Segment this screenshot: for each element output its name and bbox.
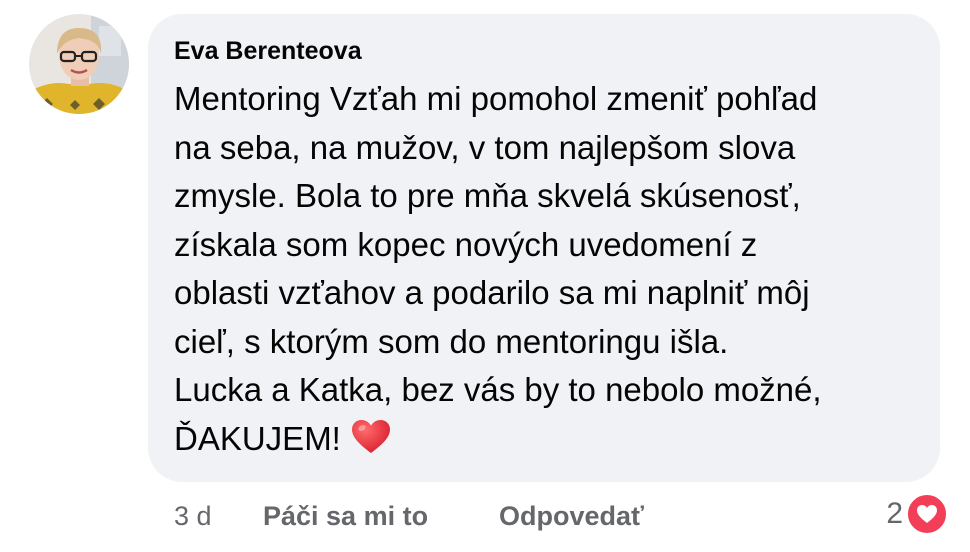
comment-text-final-word: ĎAKUJEM! bbox=[174, 419, 341, 457]
avatar[interactable] bbox=[29, 14, 129, 114]
comment-text-line: oblasti vzťahov a podarilo sa mi naplniť… bbox=[174, 274, 810, 311]
like-button[interactable]: Páči sa mi to bbox=[263, 496, 428, 536]
comment-text-line: Lucka a Katka, bez vás by to nebolo možn… bbox=[174, 371, 822, 408]
comment-text-line: na seba, na mužov, v tom najlepšom slova bbox=[174, 128, 796, 166]
heart-reaction-icon bbox=[906, 493, 948, 535]
comment-container: Eva Berenteova Mentoring Vzťah mi pomoho… bbox=[0, 0, 970, 552]
comment-text-line: cieľ, s ktorým som do mentoringu išla. bbox=[174, 322, 729, 360]
comment-text-line: Mentoring Vzťah mi pomohol zmeniť pohľad bbox=[174, 80, 818, 117]
reaction-count: 2 bbox=[886, 497, 903, 530]
avatar-image bbox=[29, 14, 129, 114]
comment-timestamp[interactable]: 3 d bbox=[174, 496, 212, 536]
comment-text: Mentoring Vzťah mi pomohol zmeniť pohľad… bbox=[174, 75, 924, 463]
comment-text-line: získala som kopec nových uvedomení z bbox=[174, 225, 758, 263]
reactions-summary[interactable]: 2 bbox=[886, 492, 948, 536]
reply-button[interactable]: Odpovedať bbox=[499, 496, 644, 536]
comment-text-line: zmysle. Bola to pre mňa skvelá skúsenosť… bbox=[174, 177, 801, 214]
comment-author-name[interactable]: Eva Berenteova bbox=[174, 34, 362, 68]
red-heart-emoji-icon bbox=[351, 419, 391, 455]
comment-text-line-last: ĎAKUJEM! bbox=[174, 415, 924, 464]
